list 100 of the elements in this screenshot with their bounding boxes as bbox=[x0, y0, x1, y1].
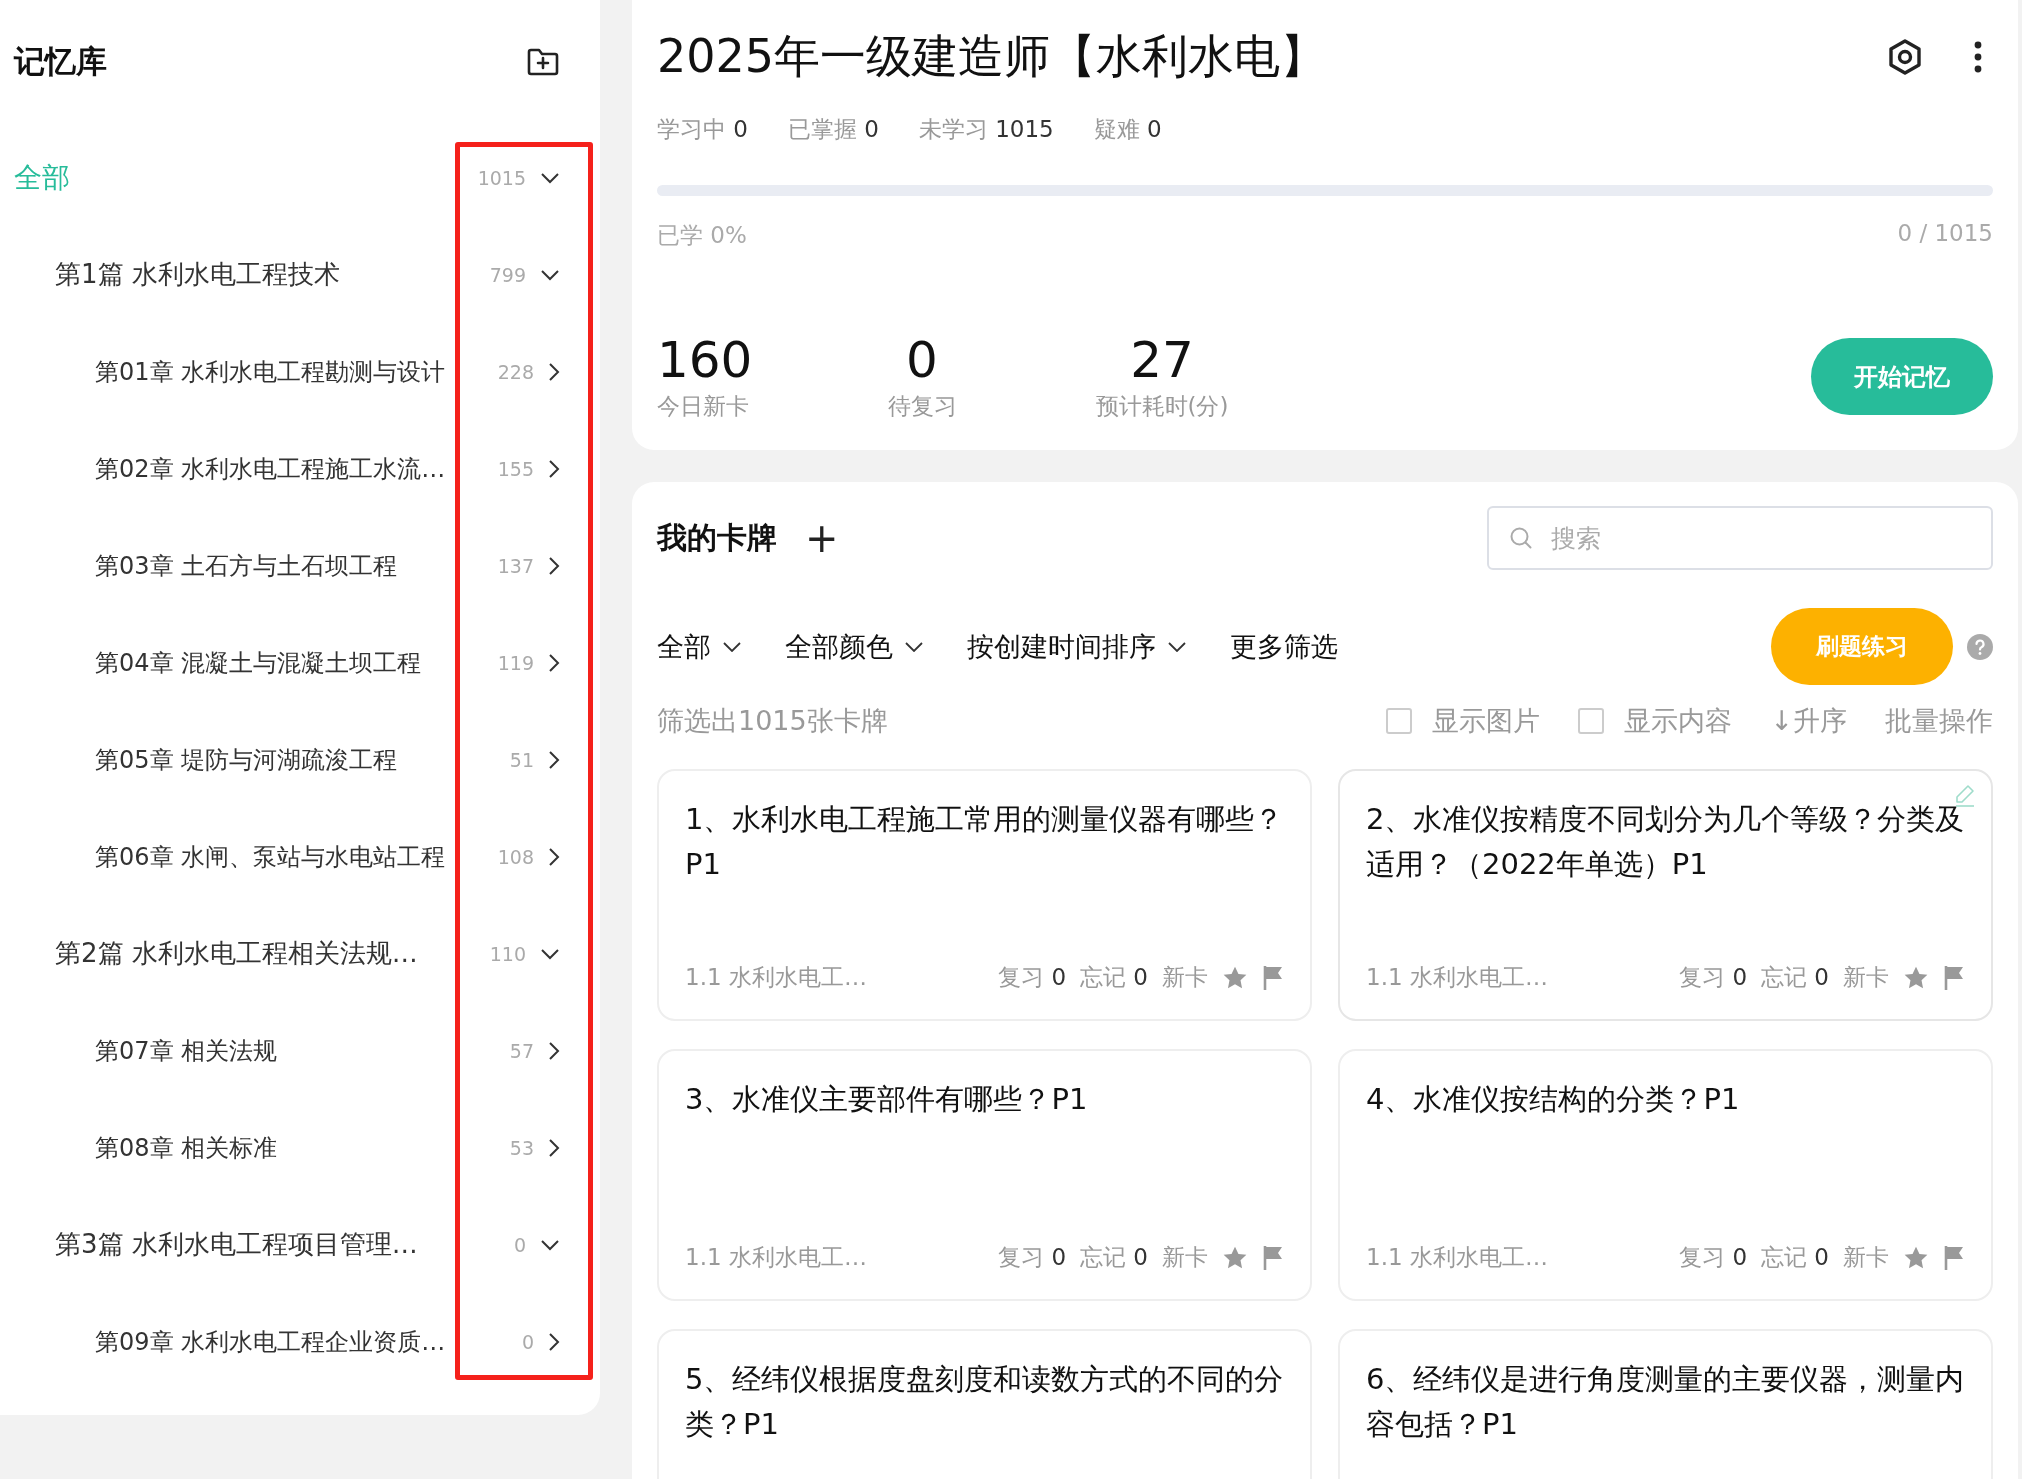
chevron-right-icon[interactable] bbox=[548, 1040, 560, 1061]
result-count: 筛选出1015张卡牌 bbox=[657, 704, 888, 738]
tree-item[interactable]: 第07章 相关法规 57 bbox=[0, 1002, 600, 1099]
flashcard[interactable]: 2、水准仪按精度不同划分为几个等级？分类及适用？（2022年单选）P1 1.1 水利水电工… 复习 0 忘记 0 新卡 bbox=[1338, 769, 1993, 1021]
card-tag: 1.1 水利水电工… bbox=[685, 962, 867, 993]
item-count: 1015 bbox=[477, 166, 526, 189]
checkbox-label: 显示内容 bbox=[1624, 704, 1733, 738]
item-count: 799 bbox=[489, 263, 526, 286]
card-question: 5、经纬仪根据度盘刻度和读数方式的不同的分类？P1 bbox=[685, 1361, 1284, 1443]
stat-text: 未学习 1015 bbox=[918, 115, 1054, 144]
chevron-right-icon[interactable] bbox=[548, 749, 560, 770]
chevron-down-icon[interactable] bbox=[540, 1238, 560, 1251]
card-status: 新卡 bbox=[1162, 963, 1208, 992]
review-stat: 忘记 0 bbox=[1080, 1243, 1148, 1272]
chevron-right-icon[interactable] bbox=[548, 1331, 560, 1352]
flashcard[interactable]: 1、水利水电工程施工常用的测量仪器有哪些？P1 1.1 水利水电工… 复习 0 忘记 0 新卡 bbox=[657, 769, 1312, 1021]
tree-item[interactable]: 第06章 水闸、泵站与水电站工程 108 bbox=[0, 808, 600, 905]
metric-value: 160 bbox=[657, 331, 754, 389]
filter-dropdown[interactable]: 按创建时间排序 bbox=[967, 628, 1186, 665]
metric-value: 27 bbox=[1129, 331, 1195, 389]
tree-item[interactable]: 第04章 混凝土与混凝土坝工程 119 bbox=[0, 614, 600, 711]
item-count: 0 bbox=[521, 1330, 534, 1353]
flashcard[interactable]: 5、经纬仪根据度盘刻度和读数方式的不同的分类？P1 bbox=[657, 1329, 1312, 1479]
card-question: 3、水准仪主要部件有哪些？P1 bbox=[685, 1081, 1089, 1118]
review-stat: 复习 0 bbox=[998, 963, 1067, 992]
tree-item[interactable]: 第03章 土石方与土石坝工程 137 bbox=[0, 517, 600, 614]
card-question: 2、水准仪按精度不同划分为几个等级？分类及适用？（2022年单选）P1 bbox=[1366, 801, 1965, 883]
card-question: 1、水利水电工程施工常用的测量仪器有哪些？P1 bbox=[685, 801, 1284, 883]
review-stat: 忘记 0 bbox=[1761, 963, 1829, 992]
deck-title: 2025年一级建造师【水利水电】 bbox=[657, 28, 1327, 85]
filter-dropdown[interactable]: 全部颜色 bbox=[785, 628, 923, 665]
card-tag: 1.1 水利水电工… bbox=[1366, 1242, 1548, 1273]
item-count: 155 bbox=[497, 457, 534, 480]
tree-item[interactable]: 第2篇 水利水电工程相关法规… 110 bbox=[0, 905, 600, 1002]
chevron-down-icon[interactable] bbox=[540, 268, 560, 281]
chevron-right-icon[interactable] bbox=[548, 1137, 560, 1158]
folder-plus-icon[interactable] bbox=[526, 47, 560, 77]
review-stat: 复习 0 bbox=[1679, 963, 1748, 992]
review-stat: 复习 0 bbox=[1679, 1243, 1748, 1272]
card-status: 新卡 bbox=[1843, 963, 1889, 992]
review-stat: 忘记 0 bbox=[1080, 963, 1148, 992]
tree-item[interactable]: 第05章 堤防与河湖疏浚工程 51 bbox=[0, 711, 600, 808]
checkbox[interactable] bbox=[1578, 708, 1605, 734]
tree-item[interactable]: 第09章 水利水电工程企业资质… 0 bbox=[0, 1293, 600, 1390]
review-stat: 忘记 0 bbox=[1761, 1243, 1829, 1272]
flashcard[interactable]: 3、水准仪主要部件有哪些？P1 1.1 水利水电工… 复习 0 忘记 0 新卡 bbox=[657, 1049, 1312, 1301]
tree-item[interactable]: 第02章 水利水电工程施工水流… 155 bbox=[0, 420, 600, 517]
add-button[interactable]: + bbox=[805, 518, 839, 558]
tree-item[interactable]: 第1篇 水利水电工程技术 799 bbox=[0, 226, 600, 323]
chevron-down-icon bbox=[1168, 641, 1186, 652]
metric-label: 待复习 bbox=[886, 392, 958, 421]
chevron-down-icon[interactable] bbox=[540, 171, 560, 184]
metric-label: 预计耗时(分) bbox=[1094, 392, 1230, 421]
card-status: 新卡 bbox=[1843, 1243, 1889, 1272]
item-count: 137 bbox=[497, 554, 534, 577]
chevron-right-icon[interactable] bbox=[548, 652, 560, 673]
stat-text: 疑难 0 bbox=[1093, 115, 1162, 144]
filter-dropdown[interactable]: 全部 bbox=[657, 628, 741, 665]
item-count: 57 bbox=[509, 1039, 534, 1062]
sidebar-title: 记忆库 bbox=[14, 42, 107, 81]
tree-item[interactable]: 第08章 相关标准 53 bbox=[0, 1099, 600, 1196]
search-field[interactable]: 搜索 bbox=[1487, 506, 1993, 570]
flag-icon[interactable] bbox=[1262, 964, 1284, 991]
tree-item[interactable]: 第01章 水利水电工程勘测与设计 228 bbox=[0, 323, 600, 420]
section-title: 我的卡牌 bbox=[657, 518, 777, 557]
item-count: 108 bbox=[497, 845, 534, 868]
flashcard[interactable]: 6、经纬仪是进行角度测量的主要仪器，测量内容包括？P1 bbox=[1338, 1329, 1993, 1479]
metric-value: 0 bbox=[905, 331, 939, 389]
card-question: 4、水准仪按结构的分类？P1 bbox=[1366, 1081, 1741, 1118]
chevron-down-icon[interactable] bbox=[540, 947, 560, 960]
flag-icon[interactable] bbox=[1943, 1244, 1965, 1271]
flashcard[interactable]: 4、水准仪按结构的分类？P1 1.1 水利水电工… 复习 0 忘记 0 新卡 bbox=[1338, 1049, 1993, 1301]
more-filters-button[interactable]: 更多筛选 bbox=[1230, 628, 1338, 665]
review-stat: 复习 0 bbox=[998, 1243, 1067, 1272]
item-count: 119 bbox=[497, 651, 534, 674]
item-count: 228 bbox=[497, 360, 534, 383]
tree-item[interactable]: 第3篇 水利水电工程项目管理… 0 bbox=[0, 1196, 600, 1293]
stat-text: 学习中 0 bbox=[657, 115, 748, 144]
progress-label: 已学 0% bbox=[657, 221, 747, 250]
card-question: 6、经纬仪是进行角度测量的主要仪器，测量内容包括？P1 bbox=[1366, 1361, 1965, 1443]
checkbox[interactable] bbox=[1386, 708, 1413, 734]
chevron-down-icon bbox=[905, 641, 923, 652]
progress-reading: 0 / 1015 bbox=[1897, 220, 1993, 248]
checkbox-label: 显示图片 bbox=[1432, 704, 1541, 738]
flag-icon[interactable] bbox=[1943, 964, 1965, 991]
item-count: 51 bbox=[509, 748, 534, 771]
chevron-right-icon[interactable] bbox=[548, 846, 560, 867]
more-icon[interactable] bbox=[1973, 40, 1983, 74]
item-count: 0 bbox=[513, 1233, 526, 1256]
card-tag: 1.1 水利水电工… bbox=[685, 1242, 867, 1273]
item-count: 53 bbox=[509, 1136, 534, 1159]
card-tag: 1.1 水利水电工… bbox=[1366, 962, 1548, 993]
flag-icon[interactable] bbox=[1262, 1244, 1284, 1271]
chevron-right-icon[interactable] bbox=[548, 555, 560, 576]
metric-label: 今日新卡 bbox=[657, 392, 750, 421]
chevron-right-icon[interactable] bbox=[548, 361, 560, 382]
chevron-right-icon[interactable] bbox=[548, 458, 560, 479]
stat-text: 已掌握 0 bbox=[787, 115, 879, 144]
item-count: 110 bbox=[489, 942, 526, 965]
card-status: 新卡 bbox=[1162, 1243, 1208, 1272]
